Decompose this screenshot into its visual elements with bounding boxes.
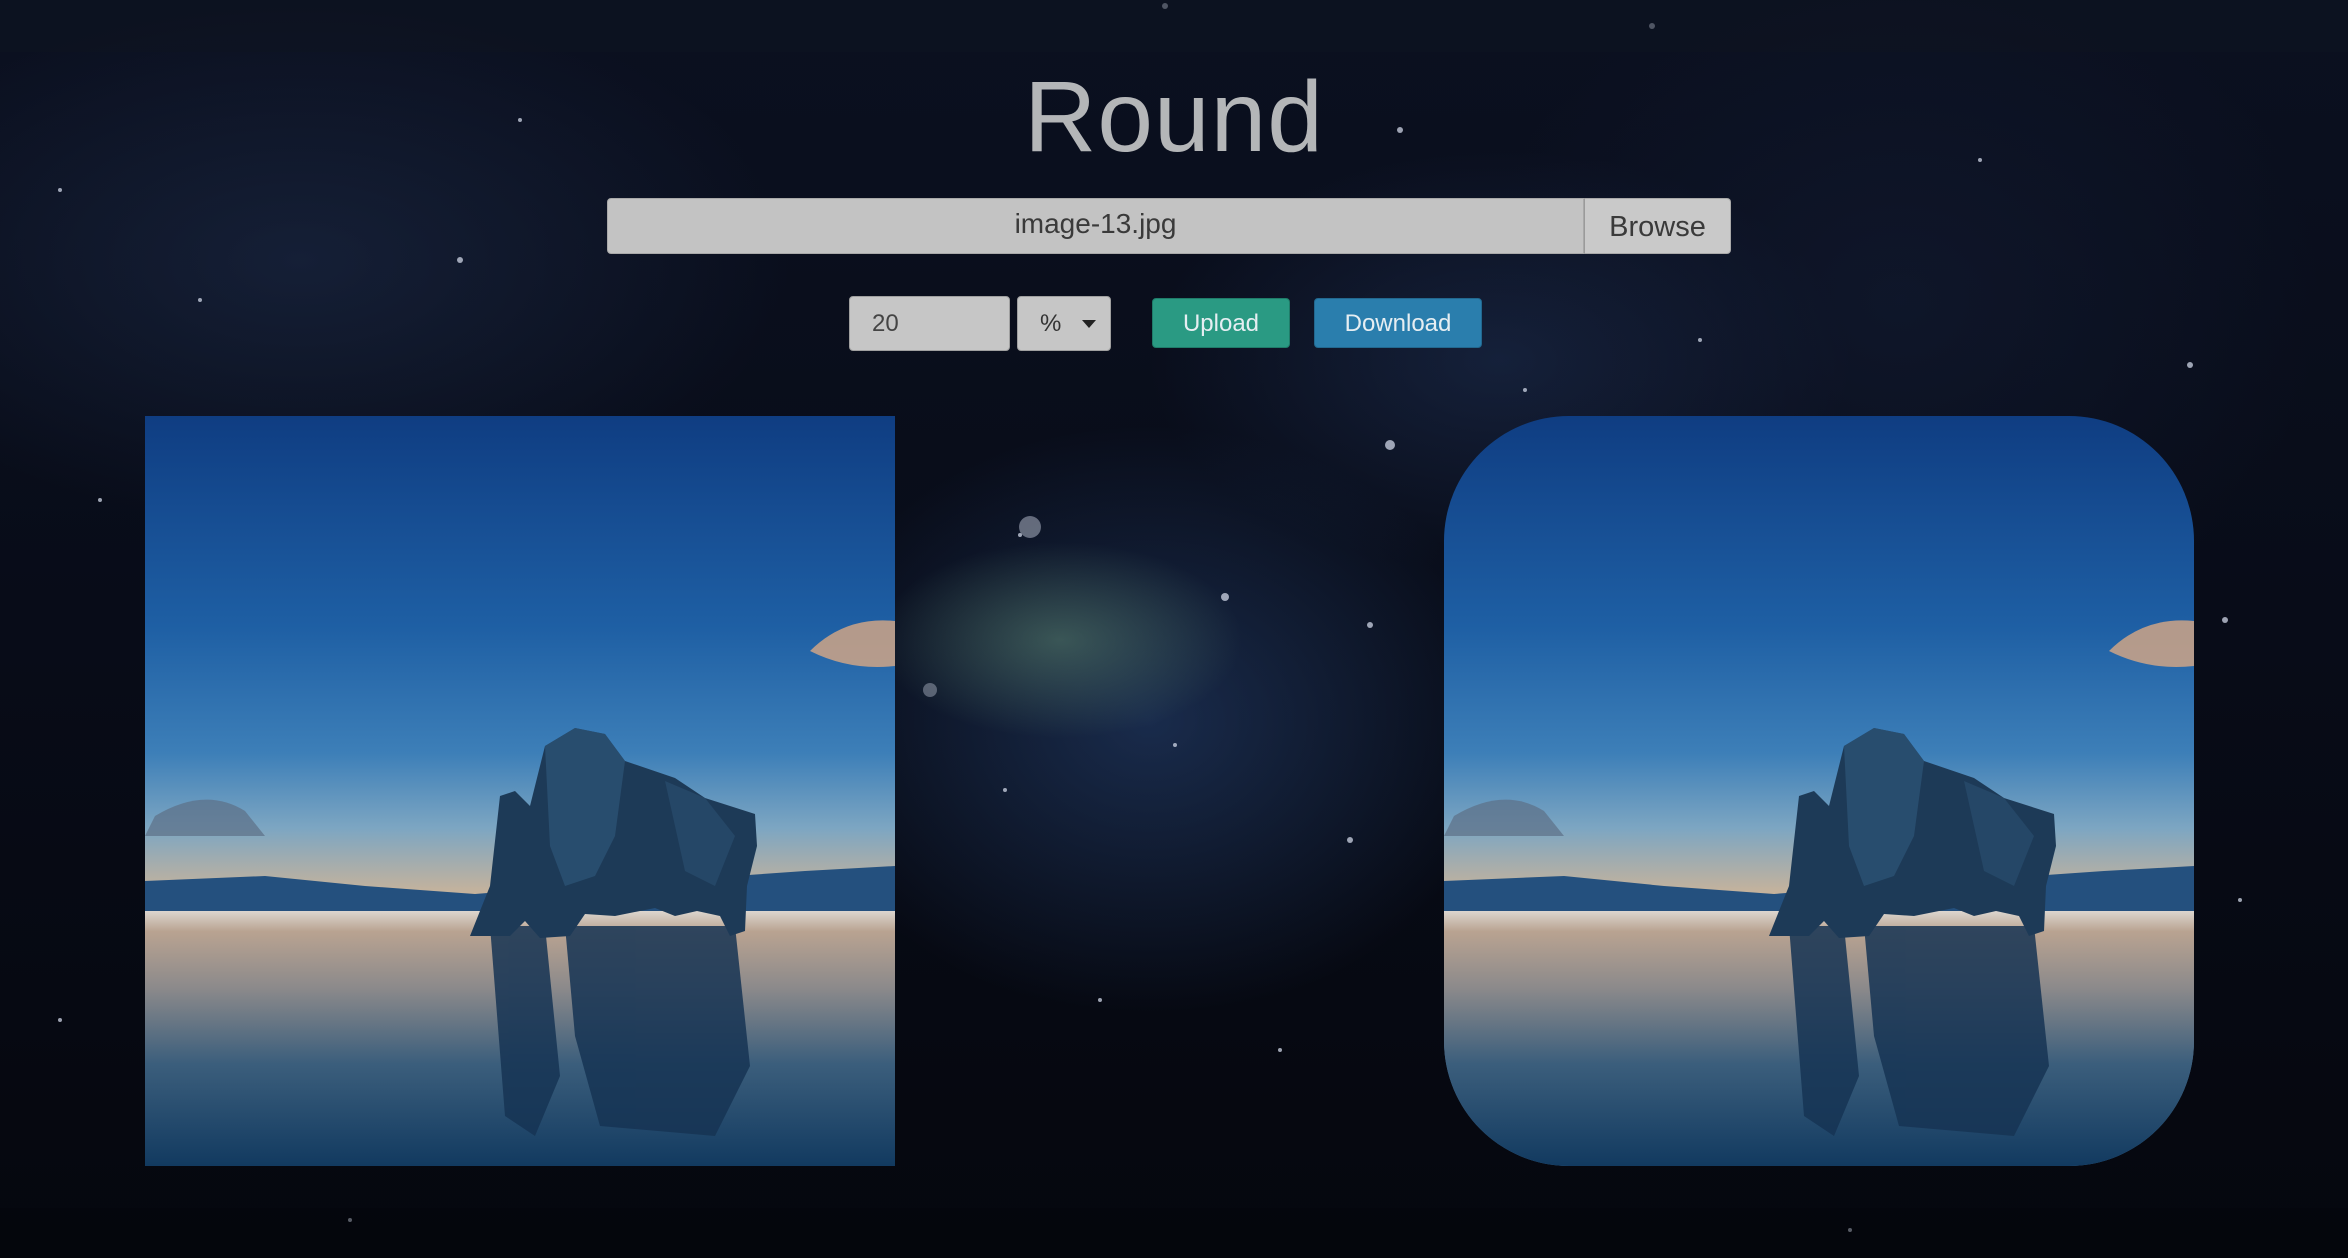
landscape-image	[145, 416, 895, 1166]
controls-row: 20 % Upload Download	[0, 296, 2348, 352]
landscape-image	[1444, 416, 2194, 1166]
original-image-preview	[145, 416, 895, 1166]
download-button[interactable]: Download	[1314, 298, 1482, 348]
file-picker[interactable]: image-13.jpg Browse	[607, 198, 1731, 254]
radius-input[interactable]: 20	[849, 296, 1010, 351]
unit-select[interactable]: %	[1017, 296, 1111, 351]
bottom-strip	[0, 1208, 2348, 1258]
browse-button[interactable]: Browse	[1584, 198, 1731, 254]
unit-select-value: %	[1040, 310, 1062, 337]
top-strip	[0, 0, 2348, 52]
caret-down-icon	[1082, 320, 1096, 328]
upload-button[interactable]: Upload	[1152, 298, 1290, 348]
page-title: Round	[1024, 61, 1324, 173]
file-name-field[interactable]: image-13.jpg	[607, 198, 1584, 254]
rounded-image-preview	[1444, 416, 2194, 1166]
